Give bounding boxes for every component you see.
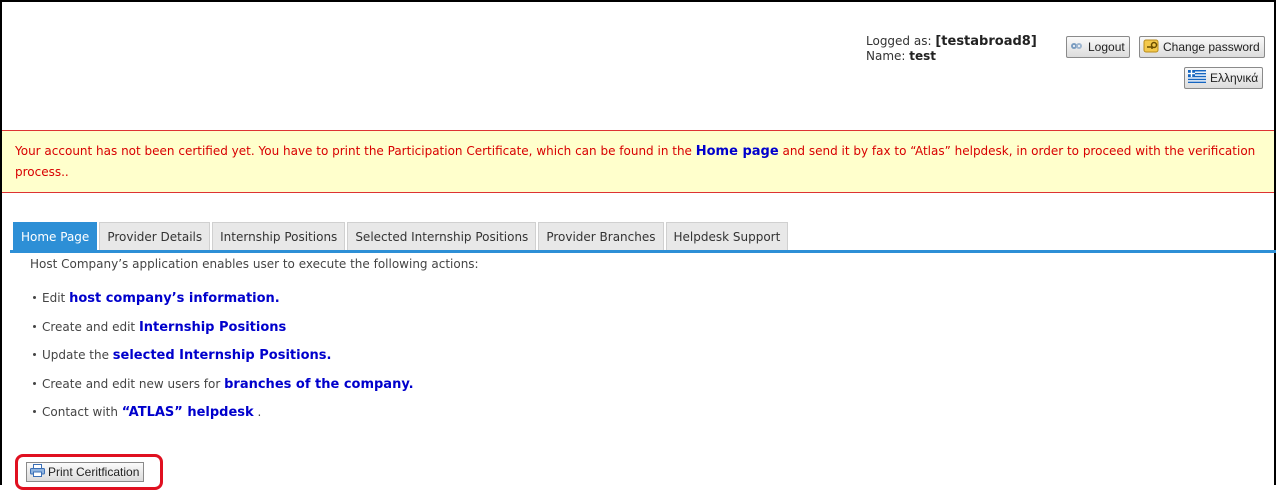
list-item: Update the selected Internship Positions…	[30, 347, 414, 376]
language-label: Ελληνικά	[1210, 71, 1259, 85]
tab-internship-positions[interactable]: Internship Positions	[212, 222, 346, 251]
logged-as-label: Logged as:	[866, 34, 932, 48]
change-password-label: Change password	[1163, 40, 1260, 54]
list-item: Create and edit new users for branches o…	[30, 376, 414, 405]
language-button[interactable]: Ελληνικά	[1184, 67, 1264, 89]
tab-underline	[10, 250, 1276, 253]
tab-provider-details[interactable]: Provider Details	[99, 222, 211, 251]
logout-button[interactable]: Logout	[1066, 36, 1130, 58]
tab-bar: Home Page Provider Details Internship Po…	[13, 222, 790, 252]
intro-text: Host Company’s application enables user …	[30, 257, 479, 271]
host-company-info-link[interactable]: host company’s information.	[69, 291, 280, 306]
bullet-icon	[33, 381, 36, 385]
list-item: Edit host company’s information.	[30, 290, 414, 319]
print-certification-button[interactable]: Print Ceritfication	[26, 462, 145, 482]
list-item: Create and edit Internship Positions	[30, 319, 414, 348]
bullet-icon	[33, 324, 36, 328]
key-icon	[1143, 39, 1159, 56]
branches-link[interactable]: branches of the company.	[224, 377, 413, 392]
bullet-icon	[33, 296, 36, 299]
logout-label: Logout	[1088, 40, 1125, 54]
list-item: Contact with “ATLAS” helpdesk .	[30, 404, 414, 433]
action-text: Create and edit new users for	[42, 376, 225, 391]
printer-icon	[30, 464, 45, 480]
atlas-helpdesk-link[interactable]: “ATLAS” helpdesk	[122, 405, 254, 420]
tab-home-page[interactable]: Home Page	[13, 222, 98, 251]
bullet-icon	[33, 410, 36, 413]
name-label: Name:	[866, 49, 906, 63]
logout-icon	[1070, 40, 1084, 55]
internship-positions-link[interactable]: Internship Positions	[139, 320, 286, 335]
bullet-icon	[33, 353, 36, 356]
action-text: Update the	[42, 348, 113, 362]
greek-flag-icon	[1188, 70, 1206, 86]
name-value: test	[909, 49, 937, 63]
tab-helpdesk-support[interactable]: Helpdesk Support	[665, 222, 789, 251]
user-info: Logged as: [testabroad8] Name: test	[866, 34, 1037, 64]
tab-selected-internship-positions[interactable]: Selected Internship Positions	[347, 222, 537, 251]
action-text-after: .	[253, 405, 262, 419]
warning-text-before: Your account has not been certified yet.…	[15, 144, 696, 158]
change-password-button[interactable]: Change password	[1139, 36, 1265, 58]
home-page-link[interactable]: Home page	[696, 144, 779, 159]
action-text: Edit	[42, 291, 70, 305]
action-text: Contact with	[42, 405, 122, 419]
selected-internship-positions-link[interactable]: selected Internship Positions.	[113, 348, 332, 363]
header: Logged as: [testabroad8] Name: test Logo…	[2, 2, 1274, 102]
action-text: Create and edit	[42, 319, 139, 334]
print-certification-label: Print Ceritfication	[48, 465, 140, 479]
certification-warning: Your account has not been certified yet.…	[2, 130, 1274, 193]
username: [testabroad8]	[935, 34, 1037, 49]
actions-list: Edit host company’s information. Create …	[30, 290, 414, 433]
tab-provider-branches[interactable]: Provider Branches	[538, 222, 664, 251]
